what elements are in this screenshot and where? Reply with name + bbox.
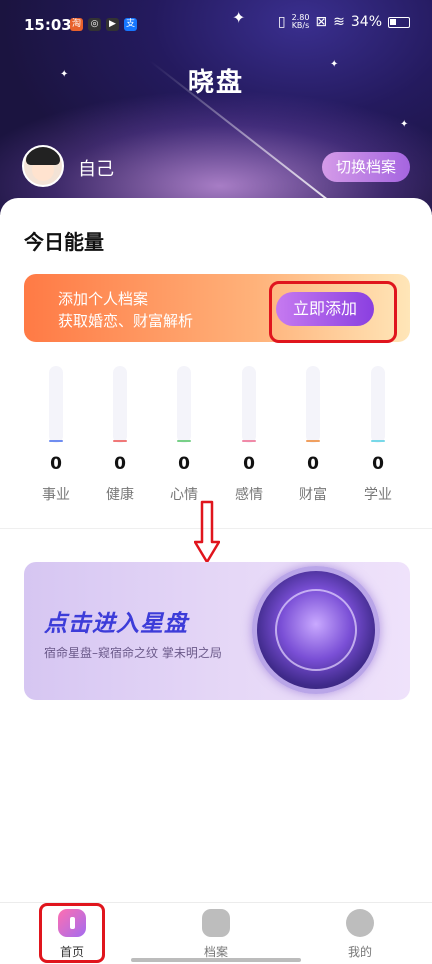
app-title: 晓盘 <box>187 68 244 98</box>
app-notification-icon: ◎ <box>88 18 101 31</box>
meter-label: 事业 <box>42 487 70 503</box>
meter-label: 健康 <box>106 487 134 503</box>
meter-label: 感情 <box>235 487 263 503</box>
user-face-icon <box>346 909 374 937</box>
vibrate-icon: ▯ <box>277 14 286 30</box>
switch-profile-button[interactable]: 切换档案 <box>322 152 410 182</box>
meter-track <box>306 366 320 443</box>
annotation-highlight-box <box>39 903 105 963</box>
meter-value: 0 <box>307 454 319 474</box>
meter-track <box>242 366 256 443</box>
status-bar: 15:03 淘 ◎ ▶ 支 ▯ 2.80 KB/s ⊠ ≋ 34% <box>0 0 432 48</box>
enter-star-chart-banner[interactable]: 点击进入星盘 宿命星盘–窥宿命之纹 掌未明之局 <box>24 562 410 700</box>
star-icon: ✦ <box>400 119 409 130</box>
profile-name: 自己 <box>78 159 114 180</box>
battery-percent: 34% <box>350 14 382 30</box>
app-notification-icon: 淘 <box>70 18 83 31</box>
section-title: 今日能量 <box>24 226 118 257</box>
meter-track <box>371 366 385 443</box>
nav-mine[interactable]: 我的 <box>310 909 410 959</box>
nav-label: 我的 <box>347 945 372 959</box>
header-banner: ✦ ✦ ✦ ✦ 15:03 淘 ◎ ▶ 支 ▯ 2.80 KB/s ⊠ ≋ 34… <box>0 0 432 215</box>
banner-subtitle: 宿命星盘–窥宿命之纹 掌未明之局 <box>44 646 222 660</box>
meter-emotion: 0 感情 <box>217 366 281 506</box>
meter-wealth: 0 财富 <box>281 366 345 506</box>
alipay-icon: 支 <box>124 18 137 31</box>
meter-track <box>49 366 63 443</box>
status-time: 15:03 <box>24 16 72 34</box>
profile-card-icon <box>202 909 230 937</box>
meter-value: 0 <box>50 454 62 474</box>
meter-base <box>371 440 385 442</box>
net-speed-unit: KB/s <box>291 21 310 30</box>
zodiac-ring <box>275 589 357 671</box>
meter-track <box>113 366 127 443</box>
meter-health: 0 健康 <box>88 366 152 506</box>
meter-mood: 0 心情 <box>152 366 216 506</box>
energy-card: 今日能量 添加个人档案 获取婚恋、财富解析 立即添加 0 事业 0 健康 0 心… <box>0 198 432 518</box>
meter-career: 0 事业 <box>24 366 88 506</box>
status-right: ▯ 2.80 KB/s ⊠ ≋ 34% <box>278 14 410 30</box>
banner-title: 点击进入星盘 <box>44 611 188 637</box>
meter-base <box>242 440 256 442</box>
battery-icon <box>388 16 410 28</box>
status-app-icons: 淘 ◎ ▶ 支 <box>70 18 137 31</box>
meter-value: 0 <box>114 454 126 474</box>
meter-value: 0 <box>372 454 384 474</box>
avatar-hair <box>26 147 60 165</box>
section-title-text: 今日能量 <box>24 230 104 254</box>
wifi-icon: ≋ <box>333 14 345 30</box>
annotation-arrow-down-icon <box>194 500 220 564</box>
star-chart-orb <box>252 566 380 694</box>
promo-line1: 添加个人档案 <box>58 290 149 308</box>
meter-base <box>177 440 191 442</box>
promo-line2: 获取婚恋、财富解析 <box>58 312 194 330</box>
avatar[interactable] <box>22 145 64 187</box>
play-icon: ▶ <box>106 18 119 31</box>
energy-meters: 0 事业 0 健康 0 心情 0 感情 0 财富 0 学业 <box>24 366 410 506</box>
meter-value: 0 <box>243 454 255 474</box>
net-speed: 2.80 KB/s <box>292 14 310 30</box>
meter-value: 0 <box>178 454 190 474</box>
sim-icon: ⊠ <box>315 14 328 30</box>
meter-label: 财富 <box>299 487 327 503</box>
annotation-highlight-box <box>269 281 397 343</box>
meter-track <box>177 366 191 443</box>
gesture-bar[interactable] <box>131 958 301 962</box>
meter-label: 学业 <box>364 487 392 503</box>
meter-base <box>113 440 127 442</box>
meter-base <box>49 440 63 442</box>
meter-study: 0 学业 <box>346 366 410 506</box>
nav-profiles[interactable]: 档案 <box>166 909 266 959</box>
meter-base <box>306 440 320 442</box>
